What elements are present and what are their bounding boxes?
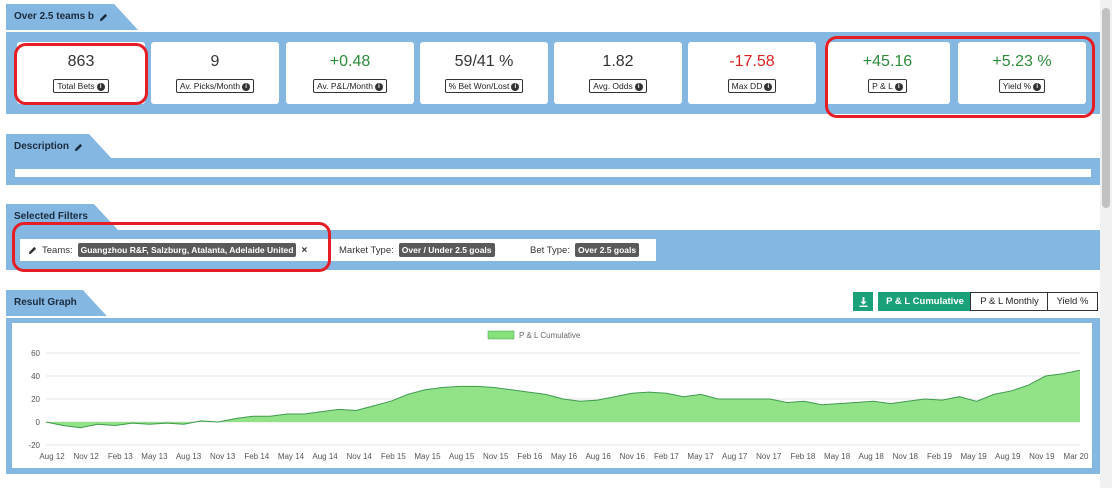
x-tick-label: Nov 19 [1029,452,1055,461]
x-tick-label: Aug 12 [39,452,65,461]
stat-card: 1.82 Avg. Odds i [554,42,682,104]
x-tick-label: Aug 13 [176,452,202,461]
stat-value: 1.82 [602,53,634,70]
x-tick-label: Aug 18 [859,452,885,461]
highlight-box-total-bets [14,43,148,105]
stat-label[interactable]: Av. Picks/Month i [175,79,255,93]
edit-pencil-icon[interactable] [74,143,83,152]
y-tick-label: 0 [36,418,41,427]
legend-label: P & L Cumulative [519,331,581,340]
x-tick-label: May 18 [824,452,851,461]
bet-type-filter[interactable]: Bet Type: Over 2.5 goals [522,239,656,261]
x-tick-label: Aug 15 [449,452,475,461]
y-tick-label: -20 [28,441,40,450]
description-band [6,158,1100,185]
legend-swatch [487,330,515,340]
stat-card: 9 Av. Picks/Month i [151,42,279,104]
x-tick-label: May 15 [414,452,441,461]
stat-card: +0.48 Av. P&L/Month i [286,42,414,104]
pl-cumulative-chart: -20 0 20 40 60 Aug 12 Nov 12 Feb 13 May 13 Aug 13… [28,330,1089,461]
x-tick-label: Nov 16 [620,452,646,461]
yield-button[interactable]: Yield % [1047,292,1098,311]
x-tick-label: May 16 [551,452,578,461]
x-tick-label: Nov 17 [756,452,782,461]
info-icon[interactable]: i [511,82,520,91]
stat-label[interactable]: Avg. Odds i [589,79,647,93]
stat-card: -17.58 Max DD i [688,42,816,104]
info-icon[interactable]: i [764,82,773,91]
market-type-filter[interactable]: Market Type: Over / Under 2.5 goals [331,239,525,261]
stat-label[interactable]: Av. P&L/Month i [313,79,387,93]
info-icon[interactable]: i [374,82,383,91]
x-tick-label: Feb 17 [654,452,679,461]
page-scrollbar[interactable] [1100,0,1112,488]
bet-type-label: Bet Type: [530,244,570,256]
x-tick-label: Aug 17 [722,452,748,461]
info-icon[interactable]: i [634,82,643,91]
graph-band: -20 0 20 40 60 Aug 12 Nov 12 Feb 13 May 13 Aug 13… [6,318,1100,474]
x-tick-label: Feb 18 [790,452,815,461]
x-tick-label: May 13 [141,452,168,461]
x-tick-label: Aug 14 [312,452,338,461]
scrollbar-thumb[interactable] [1102,8,1110,208]
market-type-label: Market Type: [339,244,394,256]
x-tick-label: Aug 16 [585,452,611,461]
x-tick-label: Feb 13 [108,452,133,461]
x-tick-label: May 19 [960,452,987,461]
x-tick-label: Nov 14 [347,452,373,461]
stat-label-text: Max DD [731,81,763,91]
stat-value: 9 [210,53,220,70]
highlight-box-teams [12,222,331,272]
x-tick-label: Aug 19 [995,452,1021,461]
x-tick-label: Feb 19 [927,452,952,461]
result-graph-title: Result Graph [14,297,77,308]
stat-label[interactable]: % Bet Won/Lost i [444,79,524,93]
stat-label-text: % Bet Won/Lost [448,81,510,91]
stat-label-text: Avg. Odds [593,81,633,91]
x-tick-label: Nov 13 [210,452,236,461]
stat-label-text: Av. Picks/Month [179,81,241,91]
description-field[interactable] [15,169,1091,177]
x-tick-label: Mar 20 [1064,452,1089,461]
x-tick-label: Feb 14 [244,452,269,461]
x-tick-label: Feb 16 [517,452,542,461]
description-tab: Description [6,134,113,160]
stat-label[interactable]: Max DD i [727,79,777,93]
x-tick-label: May 17 [687,452,714,461]
x-tick-label: Feb 15 [381,452,406,461]
pl-cumulative-button[interactable]: P & L Cumulative [878,292,972,311]
download-icon [858,296,868,307]
strategy-title-tab: Over 2.5 teams b [6,4,138,30]
x-tick-label: Nov 15 [483,452,509,461]
strategy-title: Over 2.5 teams b [14,11,95,22]
bet-type-value: Over 2.5 goals [574,243,640,257]
y-tick-label: 40 [31,372,40,381]
description-title: Description [14,141,70,152]
y-tick-label: 20 [31,395,40,404]
x-tick-label: May 14 [278,452,305,461]
stat-value: -17.58 [729,53,775,70]
y-tick-label: 60 [31,349,40,358]
stat-label-text: Av. P&L/Month [317,81,373,91]
x-tick-label: Nov 12 [73,452,99,461]
download-button[interactable] [853,292,873,311]
market-type-value: Over / Under 2.5 goals [398,243,495,257]
highlight-box-pl-yield [825,36,1095,118]
stat-card: 59/41 % % Bet Won/Lost i [420,42,548,104]
chart-panel: -20 0 20 40 60 Aug 12 Nov 12 Feb 13 May 13 Aug 13… [12,323,1092,468]
stat-value: +0.48 [329,53,371,70]
info-icon[interactable]: i [242,82,251,91]
pl-monthly-button[interactable]: P & L Monthly [970,292,1049,311]
stat-value: 59/41 % [454,53,514,70]
x-tick-label: Nov 18 [893,452,919,461]
edit-pencil-icon[interactable] [99,13,108,22]
result-graph-tab: Result Graph [6,290,107,316]
